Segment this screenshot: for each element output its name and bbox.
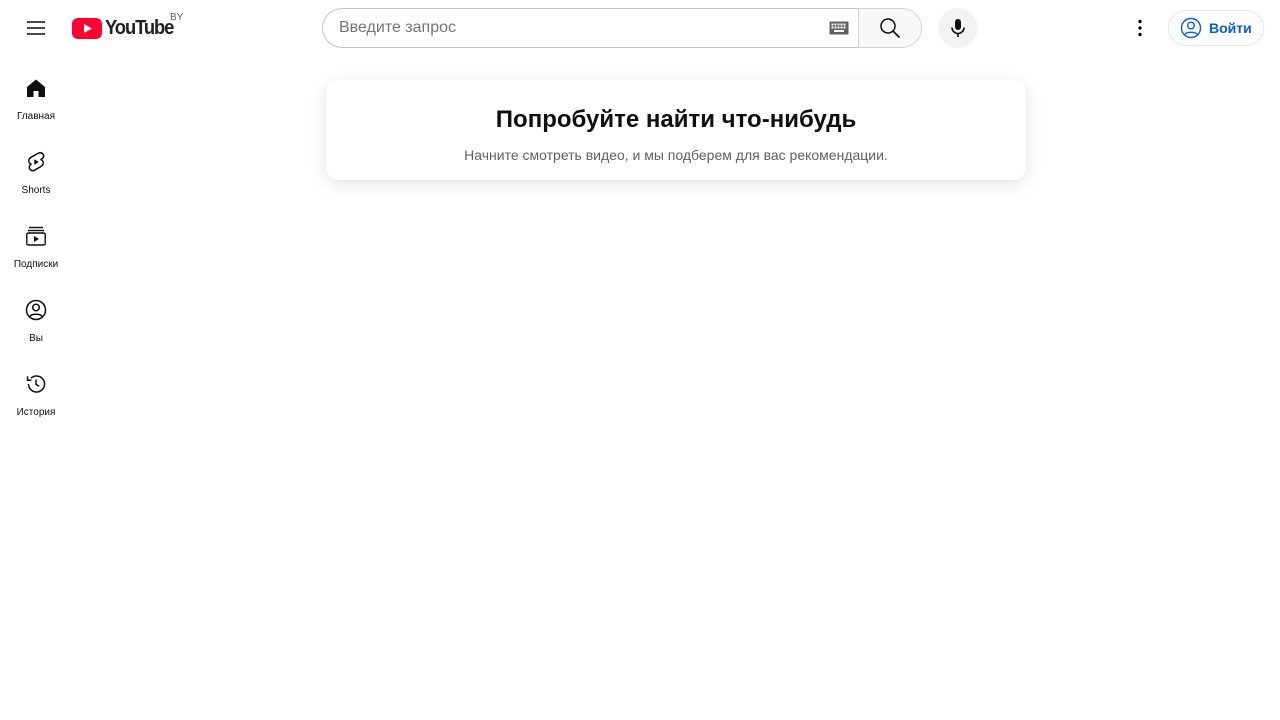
- keyboard-icon[interactable]: [829, 20, 849, 36]
- you-icon: [24, 298, 48, 322]
- logo-wordmark: YouTube: [105, 17, 174, 39]
- sidebar-item-shorts[interactable]: Shorts: [0, 130, 72, 204]
- country-code: BY: [170, 12, 184, 23]
- shorts-icon: [24, 150, 48, 174]
- sidebar-item-label: Shorts: [21, 185, 51, 196]
- sidebar-item-label: История: [16, 407, 56, 418]
- youtube-logo[interactable]: YouTube: [72, 16, 179, 40]
- sign-in-button[interactable]: Войти: [1168, 10, 1264, 46]
- search-icon: [880, 18, 900, 38]
- sidebar-item-you[interactable]: Вы: [0, 278, 72, 352]
- empty-feed-prompt-card: Попробуйте найти что-нибудь Начните смот…: [326, 80, 1026, 180]
- sidebar-item-subscriptions[interactable]: Подписки: [0, 204, 72, 278]
- search-button[interactable]: [858, 8, 922, 48]
- prompt-title: Попробуйте найти что-нибудь: [495, 106, 857, 133]
- account-circle-icon: [1180, 17, 1202, 39]
- youtube-play-logo-icon: [72, 17, 102, 39]
- prompt-subtitle: Начните смотреть видео, и мы подберем дл…: [464, 147, 888, 163]
- search-box[interactable]: [322, 8, 859, 48]
- sidebar-item-home[interactable]: Главная: [0, 56, 72, 130]
- home-icon: [24, 76, 48, 100]
- more-vertical-icon: [1138, 19, 1142, 37]
- voice-search-button[interactable]: [938, 8, 978, 48]
- sidebar-item-label: Подписки: [13, 259, 59, 270]
- sidebar-item-history[interactable]: История: [0, 352, 72, 426]
- subscriptions-icon: [24, 224, 48, 248]
- search-input[interactable]: [339, 19, 809, 37]
- hamburger-menu-icon: [27, 21, 45, 35]
- masthead: YouTube BY Введите запрос Войти: [0, 0, 1280, 56]
- sidebar-item-label: Вы: [29, 333, 43, 344]
- settings-menu-button[interactable]: [1120, 8, 1160, 48]
- sign-in-label: Войти: [1209, 20, 1252, 36]
- mini-guide: Главная Shorts Подписки Вы История: [0, 56, 72, 426]
- history-icon: [24, 372, 48, 396]
- microphone-icon: [951, 19, 965, 37]
- sidebar-item-label: Главная: [16, 111, 56, 122]
- guide-menu-button[interactable]: [16, 8, 56, 48]
